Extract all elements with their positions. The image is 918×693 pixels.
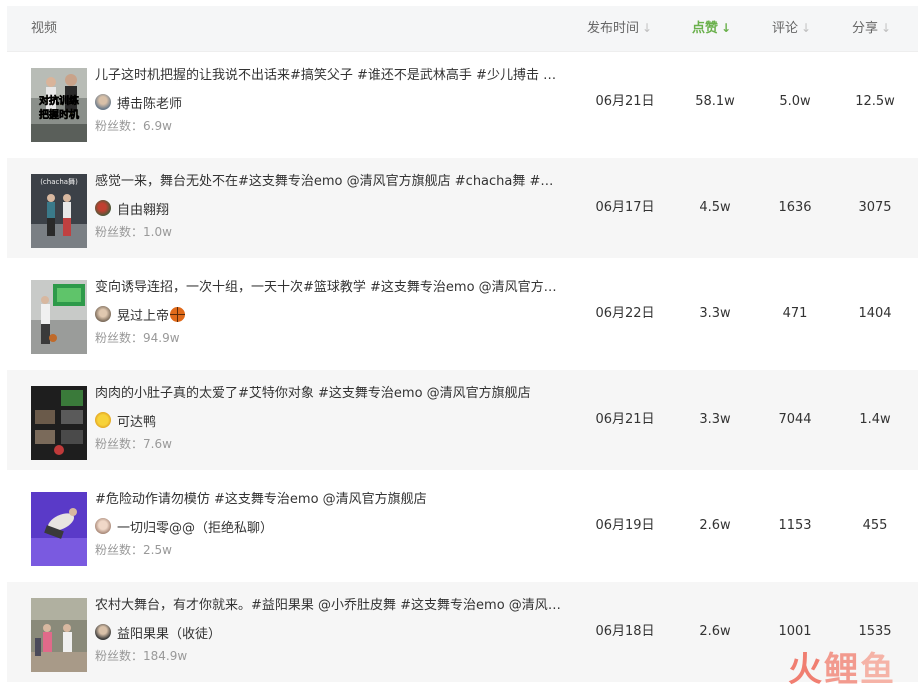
comment-count: 1153 <box>778 518 812 533</box>
fans-label: 粉丝数： <box>95 437 144 451</box>
watermark-char-2: 鲤 <box>824 650 860 690</box>
sort-by-shares[interactable]: 分享 ↓ <box>852 6 891 51</box>
share-count: 455 <box>862 518 888 533</box>
video-thumbnail[interactable] <box>31 598 87 672</box>
publish-time: 06月21日 <box>595 412 655 427</box>
comment-count: 1636 <box>778 200 812 215</box>
table-row[interactable]: 农村大舞台，有才你就来。#益阳果果 @小乔肚皮舞 #这支舞专治emo @清风官方… <box>7 582 918 682</box>
fans-value: 94.9w <box>143 331 180 345</box>
author-info[interactable]: 自由翱翔 <box>95 198 169 218</box>
video-title[interactable]: 儿子这时机把握的让我说不出话来#搞笑父子 #谁还不是武林高手 #少儿搏击 #武术 <box>95 66 565 86</box>
sort-arrow-active-icon: ↓ <box>721 21 732 35</box>
fans-count: 粉丝数：2.5w <box>95 541 172 559</box>
column-header-comments-label: 评论 <box>772 21 799 36</box>
video-thumbnail[interactable]: 对抗训练 把握时机 <box>31 68 87 142</box>
column-header-shares-label: 分享 <box>852 21 879 36</box>
fans-label: 粉丝数： <box>95 543 144 557</box>
author-name: 搏击陈老师 <box>117 96 183 112</box>
sort-by-publish-time[interactable]: 发布时间 ↓ <box>587 6 652 51</box>
publish-time: 06月22日 <box>595 306 655 321</box>
like-count: 2.6w <box>699 518 731 533</box>
fans-label: 粉丝数： <box>95 225 144 239</box>
video-thumbnail[interactable]: (chacha舞) <box>31 174 87 248</box>
avatar <box>95 306 111 322</box>
fans-label: 粉丝数： <box>95 649 144 663</box>
table-row[interactable]: #危险动作请勿模仿 #这支舞专治emo @清风官方旗舰店 一切归零@@（拒绝私聊… <box>7 476 918 576</box>
basketball-icon <box>170 306 186 322</box>
table-row[interactable]: (chacha舞) 感觉一来，舞台无处不在#这支舞专治emo @清风官方旗舰店 … <box>7 158 918 258</box>
author-info[interactable]: 可达鸭 <box>95 410 156 430</box>
fans-count: 粉丝数：6.9w <box>95 117 172 135</box>
thumbnail-caption-1: (chacha舞) <box>40 177 78 186</box>
thumbnail-caption-1: 对抗训练 <box>39 94 79 107</box>
author-name: 自由翱翔 <box>117 202 170 218</box>
avatar <box>95 624 111 640</box>
like-count: 58.1w <box>695 94 735 109</box>
table-row[interactable]: 变向诱导连招，一次十组，一天十次#篮球教学 #这支舞专治emo @清风官方旗舰店… <box>7 264 918 364</box>
watermark-char-1: 火 <box>788 650 824 690</box>
sort-arrow-icon: ↓ <box>642 21 653 35</box>
publish-time: 06月17日 <box>595 200 655 215</box>
watermark-char-3: 鱼 <box>860 650 896 690</box>
comment-count: 471 <box>782 306 808 321</box>
share-count: 1404 <box>858 306 892 321</box>
author-name: 可达鸭 <box>117 414 157 430</box>
video-title[interactable]: 肉肉的小肚子真的太爱了#艾特你对象 #这支舞专治emo @清风官方旗舰店 <box>95 384 565 404</box>
fans-value: 1.0w <box>143 225 172 239</box>
sort-by-likes[interactable]: 点赞 ↓ <box>692 6 731 51</box>
like-count: 3.3w <box>699 306 731 321</box>
video-title[interactable]: 农村大舞台，有才你就来。#益阳果果 @小乔肚皮舞 #这支舞专治emo @清风官方… <box>95 596 565 616</box>
thumbnail-caption-2: 把握时机 <box>39 108 79 121</box>
author-info[interactable]: 一切归零@@（拒绝私聊） <box>95 516 273 536</box>
like-count: 3.3w <box>699 412 731 427</box>
sort-arrow-icon: ↓ <box>881 21 892 35</box>
video-title[interactable]: 变向诱导连招，一次十组，一天十次#篮球教学 #这支舞专治emo @清风官方旗舰店 <box>95 278 565 298</box>
fans-count: 粉丝数：7.6w <box>95 435 172 453</box>
video-thumbnail[interactable] <box>31 386 87 460</box>
fans-count: 粉丝数：184.9w <box>95 647 187 665</box>
table-row[interactable]: 对抗训练 把握时机 儿子这时机把握的让我说不出话来#搞笑父子 #谁还不是武林高手… <box>7 52 918 152</box>
column-header-time-label: 发布时间 <box>587 21 640 36</box>
video-ranking-table: 视频 发布时间 ↓ 点赞 ↓ 评论 ↓ 分享 ↓ 对抗训练 把握时机 儿子这时机把握的让… <box>7 6 918 682</box>
video-thumbnail[interactable] <box>31 280 87 354</box>
table-row[interactable]: 肉肉的小肚子真的太爱了#艾特你对象 #这支舞专治emo @清风官方旗舰店 可达鸭… <box>7 370 918 470</box>
avatar <box>95 200 111 216</box>
avatar <box>95 412 111 428</box>
table-header: 视频 发布时间 ↓ 点赞 ↓ 评论 ↓ 分享 ↓ <box>7 6 918 52</box>
avatar <box>95 94 111 110</box>
fans-count: 粉丝数：94.9w <box>95 329 180 347</box>
fans-value: 2.5w <box>143 543 172 557</box>
author-info[interactable]: 益阳果果（收徒） <box>95 622 221 642</box>
fans-count: 粉丝数：1.0w <box>95 223 172 241</box>
author-name: 益阳果果（收徒） <box>117 626 222 642</box>
author-info[interactable]: 搏击陈老师 <box>95 92 182 112</box>
sort-by-comments[interactable]: 评论 ↓ <box>772 6 811 51</box>
author-name: 晃过上帝 <box>117 308 170 324</box>
comment-count: 7044 <box>778 412 812 427</box>
share-count: 1.4w <box>859 412 891 427</box>
author-name: 一切归零@@（拒绝私聊） <box>117 520 274 536</box>
column-header-video: 视频 <box>31 21 58 36</box>
share-count: 3075 <box>858 200 892 215</box>
sort-arrow-icon: ↓ <box>801 21 812 35</box>
avatar <box>95 518 111 534</box>
fans-value: 6.9w <box>143 119 172 133</box>
fans-label: 粉丝数： <box>95 331 144 345</box>
publish-time: 06月18日 <box>595 624 655 639</box>
like-count: 4.5w <box>699 200 731 215</box>
author-info[interactable]: 晃过上帝 <box>95 304 186 324</box>
publish-time: 06月21日 <box>595 94 655 109</box>
fans-value: 7.6w <box>143 437 172 451</box>
column-header-likes-label: 点赞 <box>692 21 719 36</box>
fans-value: 184.9w <box>143 649 188 663</box>
video-thumbnail[interactable] <box>31 492 87 566</box>
fans-label: 粉丝数： <box>95 119 144 133</box>
comment-count: 5.0w <box>779 94 811 109</box>
share-count: 12.5w <box>855 94 895 109</box>
video-title[interactable]: #危险动作请勿模仿 #这支舞专治emo @清风官方旗舰店 <box>95 490 565 510</box>
watermark-logo: 火鲤鱼 <box>788 642 896 691</box>
publish-time: 06月19日 <box>595 518 655 533</box>
video-title[interactable]: 感觉一来，舞台无处不在#这支舞专治emo @清风官方旗舰店 #chacha舞 #… <box>95 172 565 192</box>
like-count: 2.6w <box>699 624 731 639</box>
